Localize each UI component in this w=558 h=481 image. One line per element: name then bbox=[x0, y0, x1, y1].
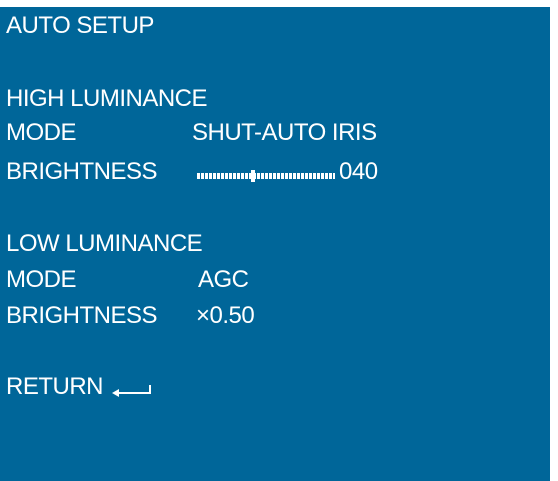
return-item[interactable]: RETURN bbox=[6, 373, 104, 400]
menu-title: AUTO SETUP bbox=[6, 12, 154, 39]
high-mode-label[interactable]: MODE bbox=[6, 121, 77, 145]
low-mode-label[interactable]: MODE bbox=[6, 268, 77, 292]
high-brightness-value: 040 bbox=[339, 158, 378, 185]
enter-arrow-icon bbox=[112, 385, 151, 397]
high-brightness-label[interactable]: BRIGHTNESS bbox=[6, 160, 158, 184]
slider-track bbox=[197, 173, 335, 179]
high-brightness-slider[interactable] bbox=[197, 170, 335, 182]
osd-screen: AUTO SETUP HIGH LUMINANCE MODE SHUT-AUTO… bbox=[0, 7, 550, 481]
low-brightness-value[interactable]: ×0.50 bbox=[196, 304, 255, 328]
low-mode-value[interactable]: AGC bbox=[198, 268, 249, 292]
high-luminance-heading: HIGH LUMINANCE bbox=[6, 85, 208, 112]
slider-knob[interactable] bbox=[251, 170, 255, 182]
high-mode-value[interactable]: SHUT-AUTO IRIS bbox=[192, 121, 377, 145]
return-label: RETURN bbox=[6, 373, 104, 400]
low-brightness-label[interactable]: BRIGHTNESS bbox=[6, 304, 158, 328]
low-luminance-heading: LOW LUMINANCE bbox=[6, 230, 203, 257]
